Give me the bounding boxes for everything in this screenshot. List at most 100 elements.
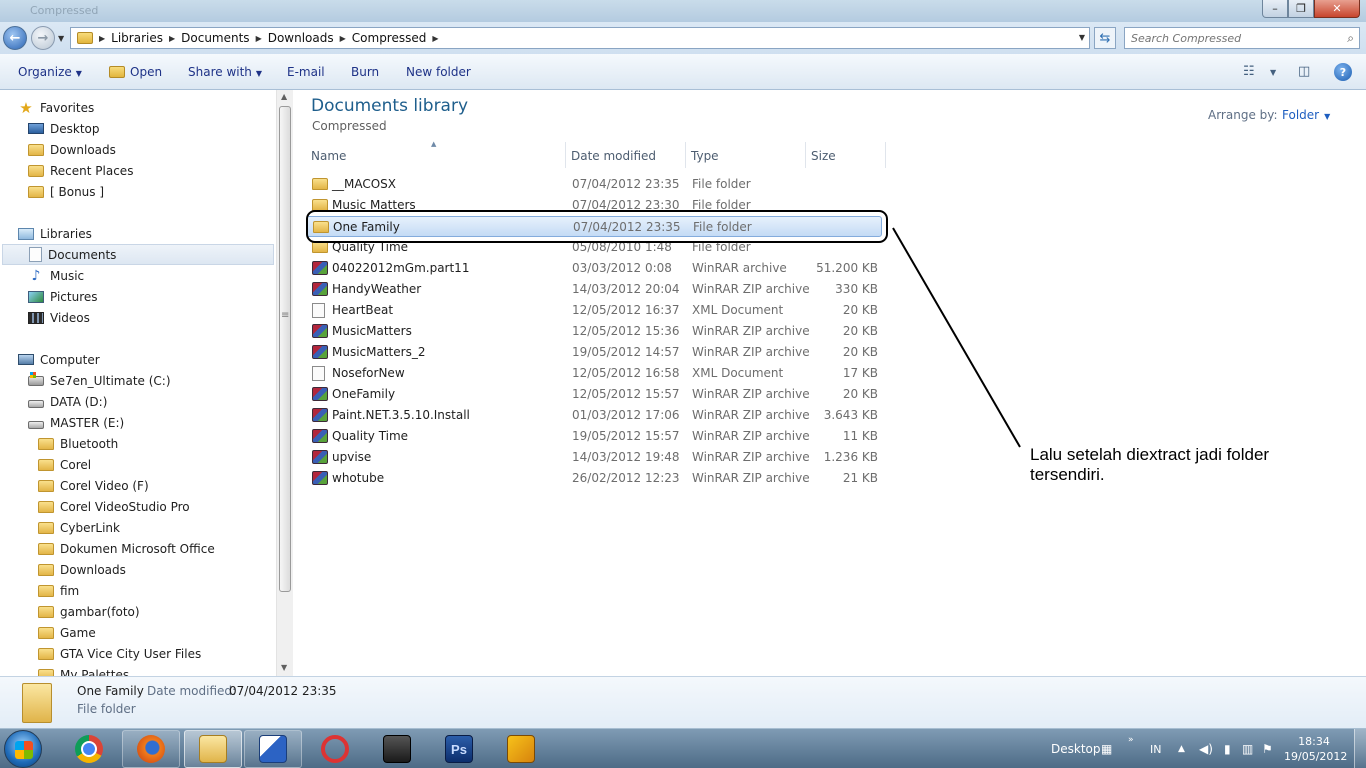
breadcrumb-separator-icon[interactable]: ▶	[97, 34, 107, 43]
taskbar-media[interactable]	[368, 730, 426, 768]
breadcrumb-separator-icon[interactable]: ▶	[338, 34, 348, 43]
search-box[interactable]: ⌕	[1124, 27, 1360, 49]
taskbar-photoshop[interactable]: Ps	[430, 730, 488, 768]
nav-folder-dokumen[interactable]: Dokumen Microsoft Office	[38, 538, 215, 559]
nav-libraries[interactable]: Libraries	[18, 223, 92, 244]
search-input[interactable]	[1125, 28, 1325, 48]
column-header-name[interactable]: Name	[306, 142, 566, 168]
nav-computer[interactable]: Computer	[18, 349, 100, 370]
nav-folder-my-palettes[interactable]: My Palettes	[38, 664, 129, 676]
recent-pages-dropdown[interactable]: ▼	[58, 34, 64, 43]
nav-videos[interactable]: Videos	[28, 307, 90, 328]
view-options-dropdown[interactable]: ▼	[1270, 68, 1276, 77]
show-hidden-icons-icon[interactable]: ▲	[1178, 744, 1185, 754]
taskbar-firefox[interactable]	[122, 730, 180, 768]
volume-icon[interactable]: ◀)	[1199, 742, 1213, 756]
navigation-scrollbar[interactable]: ▲ ▼	[276, 90, 293, 676]
file-row[interactable]: NoseforNew 12/05/2012 16:58 XML Document 17…	[306, 363, 882, 384]
taskbar-paint[interactable]	[244, 730, 302, 768]
nav-drive-d[interactable]: DATA (D:)	[28, 391, 107, 412]
file-row[interactable]: One Family 07/04/2012 23:35 File folder	[306, 216, 882, 237]
nav-folder-gta[interactable]: GTA Vice City User Files	[38, 643, 201, 664]
forward-button[interactable]: →	[31, 26, 55, 50]
nav-folder-downloads-e[interactable]: Downloads	[38, 559, 126, 580]
file-row[interactable]: whotube 26/02/2012 12:23 WinRAR ZIP archiv…	[306, 468, 882, 489]
taskbar-winamp[interactable]	[492, 730, 550, 768]
scroll-down-icon[interactable]: ▼	[281, 663, 287, 672]
scrollbar-thumb[interactable]	[279, 106, 291, 592]
breadcrumb-separator-icon[interactable]: ▶	[254, 34, 264, 43]
nav-drive-e[interactable]: MASTER (E:)	[28, 412, 124, 433]
breadcrumb-separator-icon[interactable]: ▶	[167, 34, 177, 43]
nav-drive-c[interactable]: Se7en_Ultimate (C:)	[28, 370, 171, 391]
column-header-type[interactable]: Type	[686, 142, 806, 168]
taskbar-explorer[interactable]	[184, 730, 242, 768]
breadcrumb-documents[interactable]: Documents	[177, 31, 253, 45]
toolbar-expand-icon[interactable]: »	[1128, 735, 1134, 745]
file-row[interactable]: Paint.NET.3.5.10.Install 01/03/2012 17:06…	[306, 405, 882, 426]
nav-folder-fim[interactable]: fim	[38, 580, 79, 601]
file-row[interactable]: HeartBeat 12/05/2012 16:37 XML Document 20 …	[306, 300, 882, 321]
close-button[interactable]: ✕	[1314, 0, 1360, 18]
desktop-toolbar-icon[interactable]: ▦	[1101, 742, 1112, 756]
address-bar[interactable]: ▶ Libraries ▶ Documents ▶ Downloads ▶ Co…	[70, 27, 1090, 49]
nav-folder-corel-video[interactable]: Corel Video (F)	[38, 475, 149, 496]
column-header-size[interactable]: Size	[806, 142, 886, 168]
address-dropdown-icon[interactable]: ▼	[1079, 33, 1085, 42]
nav-folder-bluetooth[interactable]: Bluetooth	[38, 433, 118, 454]
breadcrumb-libraries[interactable]: Libraries	[107, 31, 167, 45]
file-row[interactable]: OneFamily 12/05/2012 15:57 WinRAR ZIP arch…	[306, 384, 882, 405]
arrange-by-dropdown[interactable]: Folder ▼	[1282, 108, 1330, 122]
taskbar-chrome[interactable]	[60, 730, 118, 768]
file-row[interactable]: upvise 14/03/2012 19:48 WinRAR ZIP archive…	[306, 447, 882, 468]
back-button[interactable]: ←	[3, 26, 27, 50]
desktop-toolbar[interactable]: Desktop	[1051, 729, 1101, 768]
nav-desktop[interactable]: Desktop	[28, 118, 100, 139]
language-indicator[interactable]: IN	[1150, 729, 1161, 768]
network-icon[interactable]: ▥	[1242, 742, 1253, 756]
file-row[interactable]: 04022012mGm.part11 03/03/2012 0:08 WinRAR …	[306, 258, 882, 279]
file-row[interactable]: Quality Time 19/05/2012 15:57 WinRAR ZIP a…	[306, 426, 882, 447]
search-icon[interactable]: ⌕	[1347, 31, 1354, 46]
nav-favorites[interactable]: ★ Favorites	[18, 97, 94, 118]
help-button[interactable]: ?	[1334, 63, 1352, 81]
nav-folder-corel[interactable]: Corel	[38, 454, 91, 475]
file-row[interactable]: Quality Time 05/08/2010 1:48 File folder	[306, 237, 882, 258]
nav-recent-places[interactable]: Recent Places	[28, 160, 133, 181]
email-button[interactable]: E-mail	[287, 65, 325, 79]
file-row[interactable]: MusicMatters 12/05/2012 15:36 WinRAR ZIP a…	[306, 321, 882, 342]
open-button[interactable]: Open	[109, 65, 162, 79]
file-row[interactable]: HandyWeather 14/03/2012 20:04 WinRAR ZIP a…	[306, 279, 882, 300]
nav-pictures[interactable]: Pictures	[28, 286, 98, 307]
nav-downloads[interactable]: Downloads	[28, 139, 116, 160]
nav-folder-cyberlink[interactable]: CyberLink	[38, 517, 120, 538]
action-center-flag-icon[interactable]: ⚑	[1262, 742, 1273, 756]
column-header-date[interactable]: Date modified	[566, 142, 686, 168]
nav-folder-game[interactable]: Game	[38, 622, 96, 643]
file-row[interactable]: Music Matters 07/04/2012 23:30 File folder	[306, 195, 882, 216]
breadcrumb-separator-icon[interactable]: ▶	[430, 34, 440, 43]
file-row[interactable]: MusicMatters_2 19/05/2012 14:57 WinRAR ZIP…	[306, 342, 882, 363]
share-with-button[interactable]: Share with ▼	[188, 65, 262, 79]
nav-music[interactable]: ♪ Music	[28, 265, 85, 286]
preview-pane-button[interactable]: ◫	[1298, 64, 1310, 79]
organize-button[interactable]: Organize ▼	[18, 65, 82, 79]
nav-bonus[interactable]: [ Bonus ]	[28, 181, 104, 202]
clock[interactable]: 18:34 19/05/2012	[1284, 734, 1347, 764]
scroll-up-icon[interactable]: ▲	[281, 92, 287, 101]
maximize-button[interactable]: ❐	[1288, 0, 1314, 18]
start-button[interactable]	[4, 730, 42, 768]
nav-documents[interactable]: Documents	[2, 244, 274, 265]
nav-folder-corel-videostudio[interactable]: Corel VideoStudio Pro	[38, 496, 190, 517]
burn-button[interactable]: Burn	[351, 65, 379, 79]
minimize-button[interactable]: –	[1262, 0, 1288, 18]
show-desktop-button[interactable]	[1354, 729, 1366, 768]
change-view-button[interactable]: ☷	[1243, 64, 1255, 79]
file-row[interactable]: __MACOSX 07/04/2012 23:35 File folder	[306, 174, 882, 195]
refresh-button[interactable]: ⇆	[1094, 27, 1116, 49]
breadcrumb-downloads[interactable]: Downloads	[264, 31, 338, 45]
taskbar-nero[interactable]	[306, 730, 364, 768]
device-icon[interactable]: ▮	[1224, 742, 1231, 756]
nav-folder-gambar[interactable]: gambar(foto)	[38, 601, 140, 622]
new-folder-button[interactable]: New folder	[406, 65, 471, 79]
